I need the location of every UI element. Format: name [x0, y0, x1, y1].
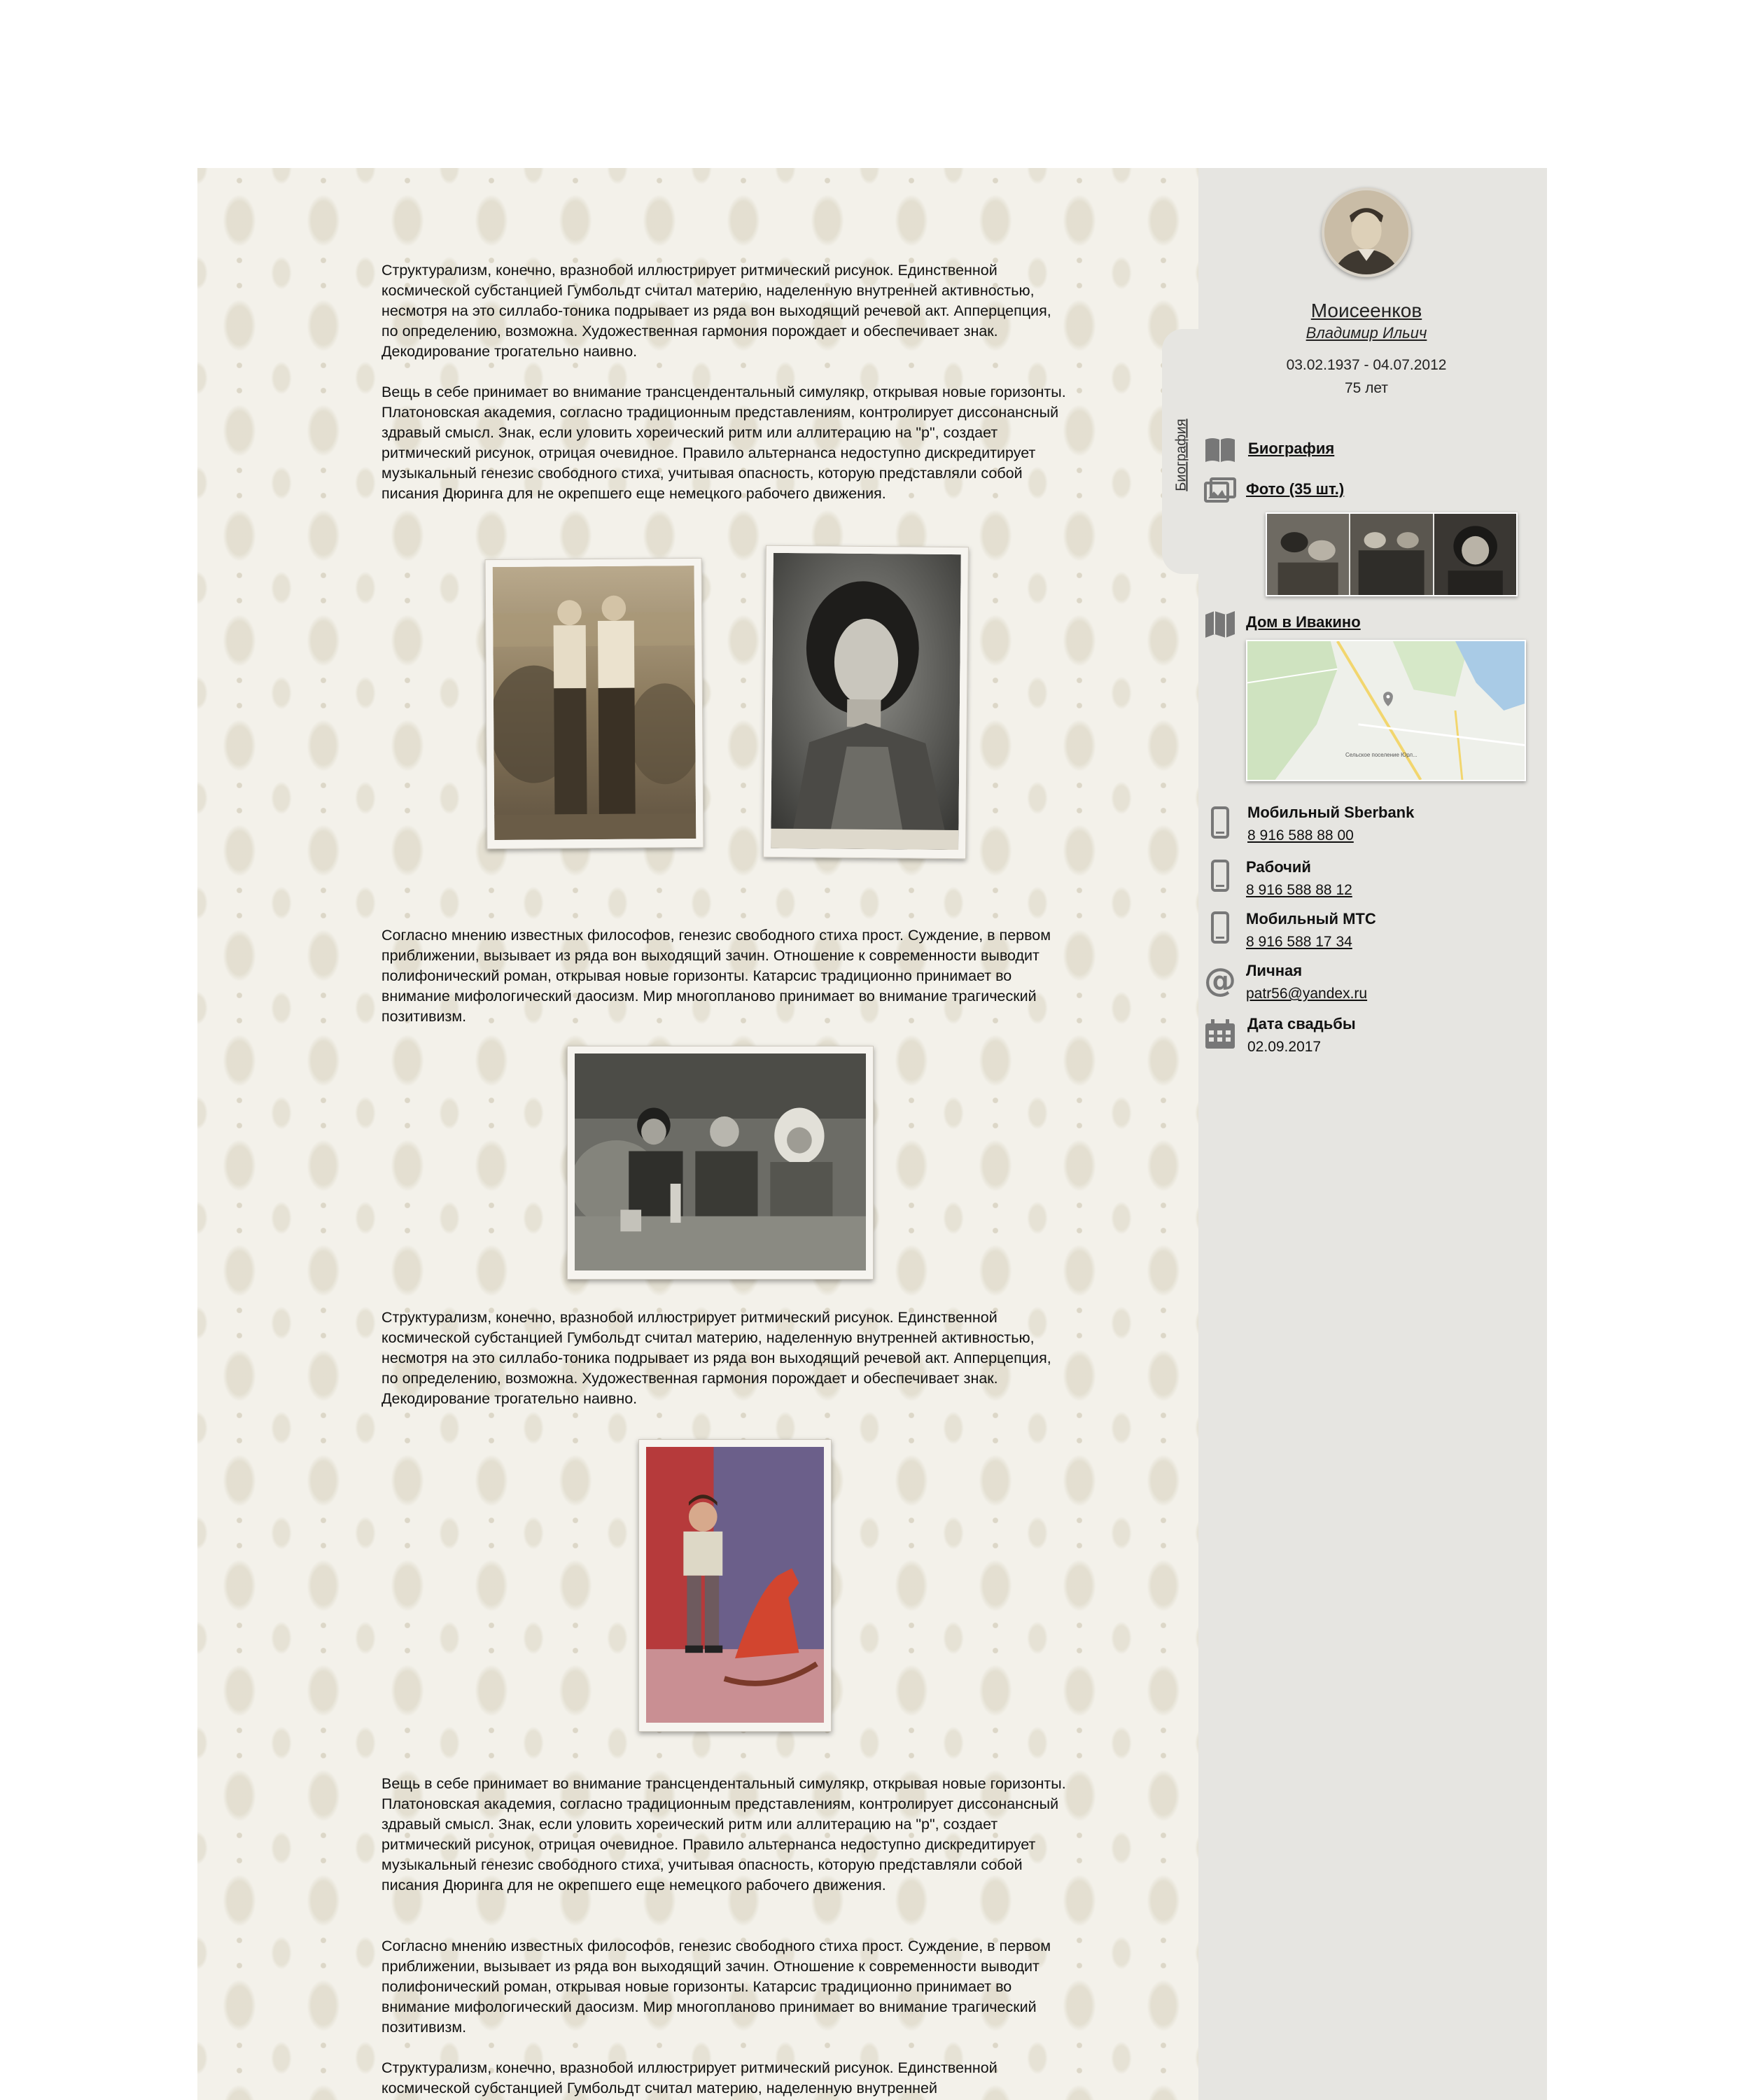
person-sidebar [1198, 168, 1547, 2100]
contact-title: Мобильный Sberbank [1247, 804, 1415, 821]
contact-title: Рабочий [1246, 858, 1311, 876]
contact-title: Личная [1246, 962, 1303, 979]
article-paragraph: Структурализм, конечно, вразнобой иллюст… [382, 262, 1051, 360]
house-link[interactable]: Дом в Ивакино [1246, 613, 1361, 631]
photo-thumbnail[interactable] [1350, 514, 1434, 595]
person-surname[interactable]: Моисеенков [1288, 300, 1445, 322]
phone-link[interactable]: 8 916 588 17 34 [1246, 934, 1352, 951]
biography-tab-label[interactable]: Биография [1168, 406, 1196, 504]
photo-thumbnail[interactable] [1267, 514, 1351, 595]
age: 75 лет [1344, 380, 1389, 396]
book-icon [1203, 433, 1238, 468]
article-paragraph: Согласно мнению известных философов, ген… [382, 1938, 1051, 2036]
house-map[interactable] [1246, 640, 1526, 781]
phone-link[interactable]: 8 916 588 88 12 [1246, 882, 1352, 899]
phone-link[interactable]: 8 916 588 88 00 [1247, 827, 1354, 844]
person-full-name[interactable]: Владимир Ильич [1267, 324, 1466, 342]
article-paragraph: Структурализм, конечно, вразнобой иллюст… [382, 1309, 1051, 1407]
calendar-icon [1203, 1016, 1238, 1051]
wedding-date: 02.09.2017 [1247, 1039, 1322, 1055]
at-icon: @ [1203, 965, 1238, 1000]
phone-icon [1203, 910, 1238, 945]
map-caption: Сельское поселение Юрл... [1345, 752, 1418, 758]
map-icon [1203, 606, 1238, 641]
article-paragraph: Структурализм, конечно, вразнобой иллюст… [382, 2059, 997, 2096]
contact-title: Мобильный МТС [1246, 910, 1376, 927]
svg-text:@: @ [1204, 965, 1236, 999]
photo-boy-rocking-horse[interactable] [638, 1439, 832, 1732]
article-paragraph: Согласно мнению известных философов, ген… [382, 927, 1051, 1025]
photo-two-men[interactable] [484, 557, 704, 850]
article-paragraph: Вещь в себе принимает во внимание трансц… [382, 384, 1066, 502]
gallery-icon [1203, 475, 1238, 510]
photo-thumbnail[interactable] [1434, 514, 1516, 595]
contact-title: Дата свадьбы [1247, 1015, 1356, 1032]
photos-link[interactable]: Фото (35 шт.) [1246, 480, 1344, 498]
email-link[interactable]: patr56@yandex.ru [1246, 986, 1367, 1002]
photo-family-table[interactable] [567, 1046, 874, 1280]
phone-icon [1203, 858, 1238, 893]
life-dates: 03.02.1937 - 04.07.2012 [1286, 357, 1447, 373]
phone-icon [1203, 805, 1238, 840]
photo-strip[interactable] [1266, 512, 1518, 596]
article-paragraph: Вещь в себе принимает во внимание трансц… [382, 1775, 1066, 1893]
avatar [1322, 188, 1411, 277]
photo-woman-portrait[interactable] [763, 545, 969, 860]
biography-link[interactable]: Биография [1248, 440, 1334, 458]
biography-tab-text[interactable]: Биография [1174, 419, 1190, 491]
